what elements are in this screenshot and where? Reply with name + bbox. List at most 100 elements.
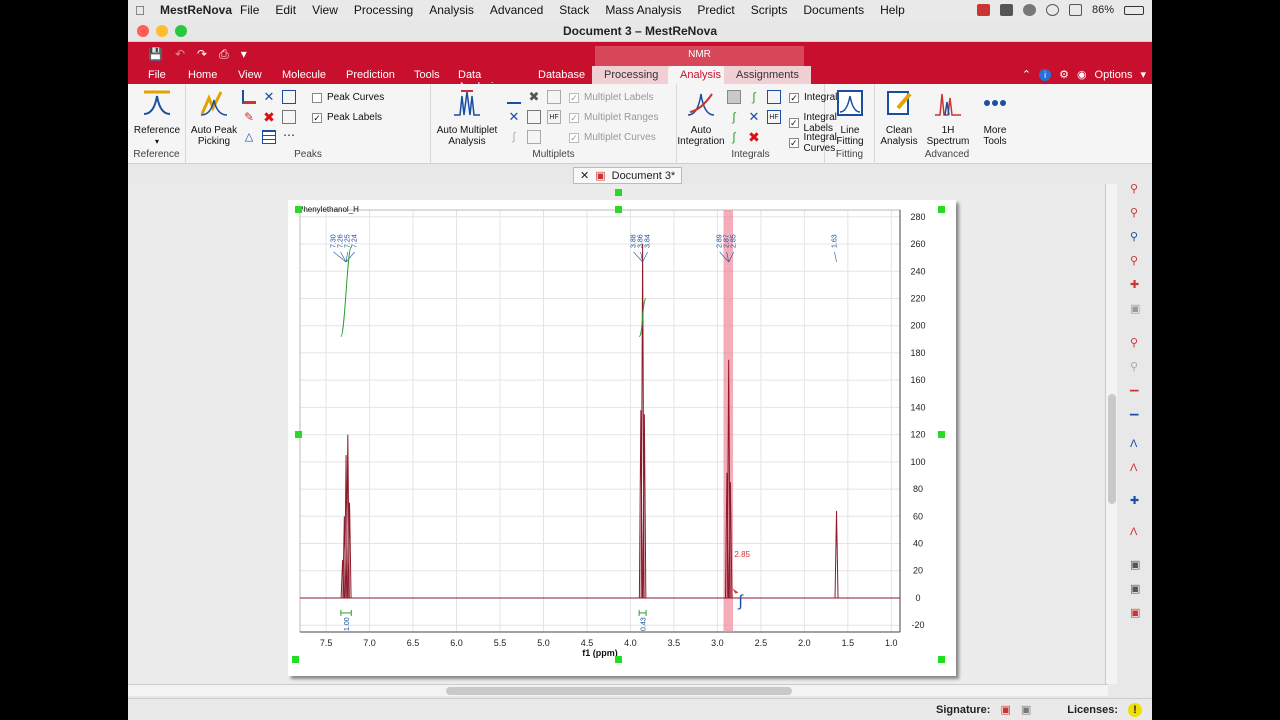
selection-handle[interactable]	[938, 656, 945, 663]
apple-menu-icon[interactable]: 	[128, 3, 152, 18]
signature-settings-icon[interactable]: ▣	[1021, 703, 1031, 716]
cross-tool-icon[interactable]: ✖	[527, 90, 541, 104]
menu-analysis[interactable]: Analysis	[421, 3, 482, 17]
signature-icon[interactable]: ▣	[1000, 703, 1010, 716]
multiplet-table-icon[interactable]	[527, 110, 541, 124]
zoom-out-icon[interactable]: ⚲	[1130, 206, 1144, 220]
integral-manual-icon[interactable]	[727, 90, 741, 104]
peak-picking-icon[interactable]	[242, 90, 256, 104]
more-tools-button[interactable]: More Tools	[975, 88, 1015, 147]
peak-by-peak-icon[interactable]: ▔	[1130, 390, 1144, 404]
vertical-scroll-thumb[interactable]	[1108, 394, 1116, 504]
zoom-disabled-icon[interactable]: ⚲	[1130, 360, 1144, 374]
menu-stack[interactable]: Stack	[551, 3, 597, 17]
copy-multiplets-icon[interactable]	[547, 90, 561, 104]
vertical-scrollbar[interactable]	[1105, 184, 1117, 684]
multiplet-curves-checkbox[interactable]: ✓ Multiplet Curves	[569, 132, 656, 143]
menu-documents[interactable]: Documents	[795, 3, 872, 17]
auto-peak-picking-button[interactable]: Auto Peak Picking	[190, 88, 238, 147]
manual-peak-icon[interactable]: Λ	[1130, 438, 1144, 452]
copy-view-icon[interactable]: ▣	[1130, 302, 1144, 316]
line-fitting-button[interactable]: Line Fitting	[827, 88, 873, 147]
menu-mass-analysis[interactable]: Mass Analysis	[597, 3, 689, 17]
arrange-icon[interactable]: ▣	[1130, 606, 1144, 620]
nmr-spectrum-chart[interactable]: 7.5 7.0 6.5 6.0 5.5 5.0 4.5 4.0 3.5 3.0 2.5 2.0 1.5 1…	[288, 200, 956, 676]
selection-handle[interactable]	[615, 206, 622, 213]
zoom-window-button[interactable]	[175, 25, 187, 37]
info-icon[interactable]: i	[1039, 68, 1052, 81]
options-menu[interactable]: Options	[1095, 69, 1133, 81]
multiplet-report-icon[interactable]	[527, 130, 541, 144]
menu-file[interactable]: File	[232, 3, 267, 17]
integral-table-icon[interactable]	[767, 90, 781, 104]
zoom-in-icon[interactable]: ⚲	[1130, 182, 1144, 196]
hf-integral-icon[interactable]: HF	[767, 110, 781, 124]
battery-icon[interactable]	[1124, 5, 1144, 15]
spectrum-page[interactable]: 7.5 7.0 6.5 6.0 5.5 5.0 4.5 4.0 3.5 3.0 2.5 2.0 1.5 1…	[288, 200, 956, 676]
multiplet-curve-icon[interactable]: ∫	[507, 130, 521, 144]
zoom-region-icon[interactable]: ⚲	[1130, 254, 1144, 268]
selection-handle[interactable]	[295, 206, 302, 213]
cross-tool-icon[interactable]: ✕	[747, 110, 761, 124]
customize-qat-icon[interactable]: ▾	[241, 47, 247, 62]
dropbox-icon[interactable]	[999, 4, 1013, 16]
reference-button[interactable]: Reference ▾	[132, 88, 182, 147]
tab-molecule[interactable]: Molecule	[270, 66, 338, 84]
menu-advanced[interactable]: Advanced	[482, 3, 551, 17]
selection-handle[interactable]	[615, 656, 622, 663]
menu-scripts[interactable]: Scripts	[743, 3, 796, 17]
settings-icon[interactable]: ⚙	[1059, 68, 1069, 81]
multiplet-labels-checkbox[interactable]: ✓ Multiplet Labels	[569, 92, 653, 103]
clean-analysis-button[interactable]: Clean Analysis	[877, 88, 921, 147]
integral-curve-icon[interactable]: ∫	[727, 110, 741, 124]
multiplet-manual-icon[interactable]	[507, 90, 521, 104]
cross-tool-icon[interactable]: ✕	[262, 90, 276, 104]
close-window-button[interactable]	[137, 25, 149, 37]
record-icon[interactable]	[976, 4, 990, 16]
more-icon[interactable]: ⋯	[282, 129, 296, 144]
multiplet-view-icon[interactable]: ▔	[1130, 414, 1144, 428]
tab-tools[interactable]: Tools	[402, 66, 452, 84]
delete-integrals-icon[interactable]: ✖	[747, 130, 761, 144]
delete-peaks-icon[interactable]: ✖	[262, 110, 276, 124]
auto-integration-button[interactable]: Auto Integration	[677, 88, 725, 147]
selection-handle[interactable]	[295, 431, 302, 438]
save-icon[interactable]: 💾	[148, 47, 163, 62]
license-warning-icon[interactable]: !	[1128, 702, 1142, 717]
menu-help[interactable]: Help	[872, 3, 913, 17]
measure-icon[interactable]: Λ	[1130, 526, 1144, 540]
horizontal-scrollbar[interactable]	[128, 684, 1108, 696]
zoom-vertical-icon[interactable]: ⚲	[1130, 336, 1144, 350]
selection-handle[interactable]	[938, 206, 945, 213]
collapse-ribbon-icon[interactable]: ⌃	[1022, 68, 1031, 81]
menu-view[interactable]: View	[304, 3, 346, 17]
help-icon[interactable]: ◉	[1077, 68, 1087, 81]
peak-curves-checkbox[interactable]: Peak Curves	[312, 92, 384, 103]
peak-labels-checkbox[interactable]: ✓ Peak Labels	[312, 112, 382, 123]
close-tab-icon[interactable]: ✕	[580, 169, 589, 182]
selection-handle[interactable]	[938, 431, 945, 438]
time-machine-icon[interactable]	[1045, 4, 1059, 16]
edit-peak-icon[interactable]: ✎	[242, 110, 256, 124]
redo-icon[interactable]: ↷	[197, 47, 207, 62]
creative-cloud-icon[interactable]	[1022, 4, 1036, 16]
tab-assignments[interactable]: Assignments	[724, 66, 811, 84]
fit-page-icon[interactable]: ▣	[1130, 582, 1144, 596]
tab-data-analysis[interactable]: Data Analysis	[446, 66, 511, 93]
undo-icon[interactable]: ↶	[175, 47, 185, 62]
print-icon[interactable]: ⎙	[219, 47, 229, 62]
menu-edit[interactable]: Edit	[267, 3, 304, 17]
tab-processing[interactable]: Processing	[592, 66, 671, 84]
auto-multiplet-analysis-button[interactable]: Auto Multiplet Analysis	[435, 88, 499, 147]
tab-file[interactable]: File	[136, 66, 178, 84]
1h-spectrum-button[interactable]: 1H Spectrum	[925, 88, 971, 147]
layout-icon[interactable]: ▣	[1130, 558, 1144, 572]
minimize-window-button[interactable]	[156, 25, 168, 37]
crosshair-icon[interactable]: ✚	[1130, 494, 1144, 508]
multiplet-ranges-checkbox[interactable]: ✓ Multiplet Ranges	[569, 112, 658, 123]
menu-predict[interactable]: Predict	[689, 3, 742, 17]
selection-handle[interactable]	[292, 656, 299, 663]
selection-handle[interactable]	[615, 189, 622, 196]
app-menu[interactable]: MestReNova	[152, 3, 232, 17]
delete-multiplets-icon[interactable]: ✕	[507, 110, 521, 124]
